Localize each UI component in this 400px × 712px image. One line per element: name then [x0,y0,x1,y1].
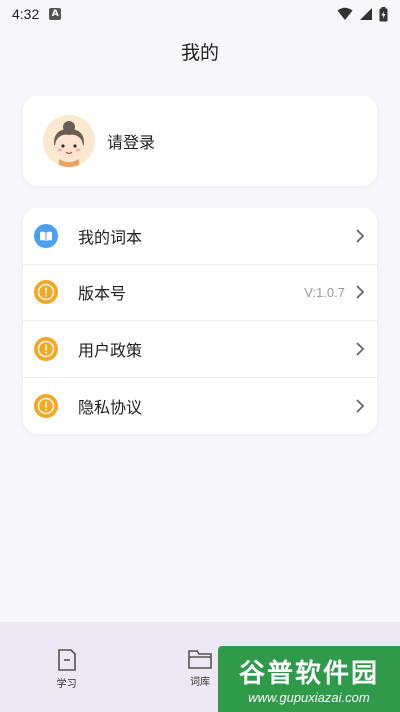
watermark-url: www.gupuxiazai.com [248,690,370,705]
study-icon [57,649,76,671]
login-label: 请登录 [107,133,156,152]
status-icons [337,6,388,22]
version-value: V:1.0.7 [304,284,345,300]
nav-item-study[interactable]: 学习 [0,622,133,712]
watermark-title: 谷普软件园 [238,659,379,689]
warning-icon [34,280,58,305]
chevron-right-icon [353,285,367,299]
nav-label: 词库 [189,677,210,688]
warning-icon [34,393,58,418]
warning-icon [34,336,58,361]
page-title: 我的 [180,42,219,64]
chevron-right-icon [353,342,367,356]
menu-item-label: 我的词本 [78,227,143,247]
menu-item-label: 隐私协议 [78,397,143,417]
wifi-icon [337,7,353,20]
folder-icon [188,650,212,669]
chevron-right-icon [353,229,367,243]
status-bar: 4:32 A [0,0,400,28]
signal-icon [360,8,372,20]
book-icon [34,223,58,248]
watermark-logo: 谷普软件园 www.gupuxiazai.com [218,646,400,712]
menu-item-label: 用户政策 [78,340,143,360]
menu-item-my-wordbook[interactable]: 我的词本 [23,208,377,265]
avatar-girl-icon [43,115,95,167]
menu-item-user-policy[interactable]: 用户政策 [23,321,377,378]
menu-item-label: 版本号 [78,284,127,304]
notification-icon: A [49,8,62,20]
menu-item-privacy[interactable]: 隐私协议 [23,378,377,435]
status-time: 4:32 [12,6,40,22]
login-card[interactable]: 请登录 [23,96,377,186]
nav-label: 学习 [56,679,77,690]
chevron-right-icon [353,399,367,413]
menu-item-version[interactable]: 版本号 V:1.0.7 [23,265,377,321]
battery-icon [379,6,388,21]
avatar [43,115,95,167]
menu-card: 我的词本 版本号 V:1.0.7 用户政策 隐私协议 [23,208,377,434]
